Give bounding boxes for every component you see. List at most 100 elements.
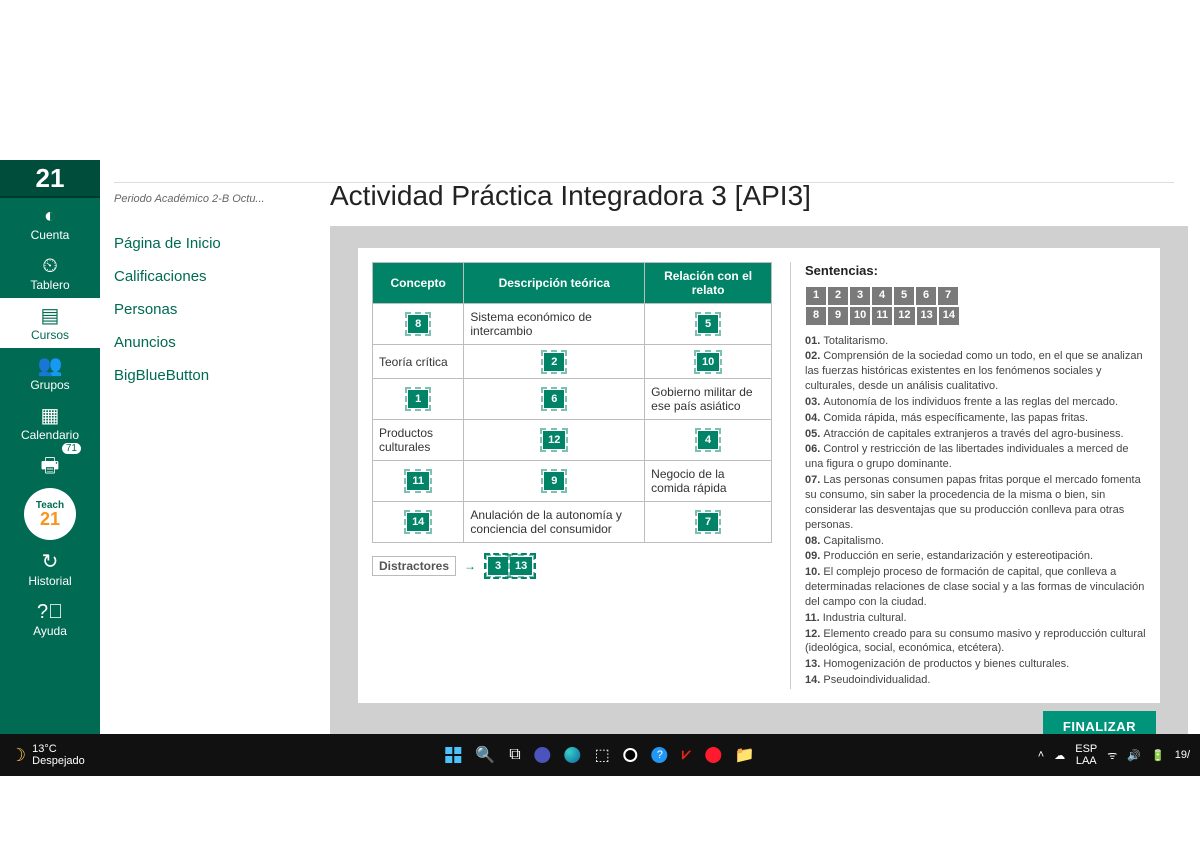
course-link-home[interactable]: Página de Inicio [114, 227, 316, 260]
opera-icon[interactable] [705, 747, 721, 763]
taskbar-weather[interactable]: ☽ 13°C Despejado [10, 743, 85, 767]
arrow-icon: → [464, 559, 476, 573]
help-app-icon[interactable]: ? [652, 747, 668, 763]
nav-courses[interactable]: ▤ Cursos [0, 298, 100, 348]
sentence-chip[interactable]: 11 [872, 307, 892, 325]
course-link-announcements[interactable]: Anuncios [114, 326, 316, 359]
explorer-icon[interactable]: 📁 [735, 745, 755, 765]
answer-chip[interactable]: 4 [698, 431, 718, 449]
wifi-icon[interactable]: ᯤ [1107, 748, 1117, 763]
teams-icon[interactable] [535, 747, 551, 763]
sentence-chip[interactable]: 6 [916, 287, 936, 305]
nav-groups[interactable]: 👥 Grupos [0, 348, 100, 398]
table-row: 1 6 Gobierno militar de ese país asiático [373, 379, 772, 420]
nav-dashboard[interactable]: ⏲ Tablero [0, 248, 100, 298]
moon-icon: ☽ [10, 745, 26, 766]
nav-courses-label: Cursos [31, 328, 69, 342]
teach21-number: 21 [40, 511, 60, 527]
windows-taskbar: ☽ 13°C Despejado 🔍 ⧉ ⬚ ? ⩗ 📁 ˄ ☁ ESP LAA [0, 734, 1200, 776]
answer-chip[interactable]: 10 [697, 353, 719, 371]
sentence-chip[interactable]: 12 [894, 307, 914, 325]
sentence-chip[interactable]: 13 [917, 307, 937, 325]
table-cell[interactable]: 1 [373, 379, 464, 420]
battery-icon[interactable]: 🔋 [1151, 749, 1165, 762]
distractor-chip[interactable]: 13 [510, 557, 532, 575]
answer-chip[interactable]: 2 [544, 353, 564, 371]
answer-chip[interactable]: 8 [408, 315, 428, 333]
start-icon[interactable] [445, 747, 461, 763]
speedometer-icon: ⏲ [42, 256, 58, 276]
table-cell[interactable]: 6 [464, 379, 645, 420]
answer-chip[interactable]: 1 [408, 390, 428, 408]
answer-chip[interactable]: 7 [698, 513, 718, 531]
course-link-grades[interactable]: Calificaciones [114, 260, 316, 293]
table-cell[interactable]: 7 [645, 502, 772, 543]
search-icon[interactable]: 🔍 [475, 745, 495, 765]
table-cell[interactable]: 5 [645, 304, 772, 345]
table-cell[interactable]: Negocio de la comida rápida [645, 461, 772, 502]
mcafee-icon[interactable]: ⩗ [682, 746, 691, 764]
distractor-drop-zone[interactable]: 3 13 [484, 553, 536, 579]
breadcrumb[interactable]: Periodo Académico 2-B Octu... [114, 193, 316, 205]
store-icon[interactable]: ⬚ [595, 745, 610, 765]
table-cell[interactable]: 4 [645, 420, 772, 461]
table-cell[interactable]: Sistema económico de intercambio [464, 304, 645, 345]
table-cell[interactable]: Anulación de la autonomía y conciencia d… [464, 502, 645, 543]
table-cell[interactable]: 2 [464, 345, 645, 379]
course-link-bbb[interactable]: BigBlueButton [114, 359, 316, 392]
answer-chip[interactable]: 11 [407, 472, 429, 490]
nav-groups-label: Grupos [30, 378, 69, 392]
concept-table: Concepto Descripción teórica Relación co… [372, 262, 772, 543]
course-link-people[interactable]: Personas [114, 293, 316, 326]
table-cell[interactable]: 10 [645, 345, 772, 379]
tray-lang1[interactable]: ESP [1075, 743, 1097, 755]
th-relacion: Relación con el relato [645, 263, 772, 304]
distractor-chip[interactable]: 3 [488, 557, 508, 575]
taskbar-center: 🔍 ⧉ ⬚ ? ⩗ 📁 [445, 745, 754, 765]
sentence-list: 01. Totalitarismo.02. Comprensión de la … [805, 334, 1146, 688]
taskbar-temp: 13°C [32, 743, 85, 755]
sentences-title: Sentencias: [805, 262, 1146, 280]
onedrive-icon[interactable]: ☁ [1054, 749, 1065, 762]
nav-inbox[interactable]: 71 🖶 [0, 448, 100, 484]
sentence-chip[interactable]: 1 [806, 287, 826, 305]
sentence-chip[interactable]: 8 [806, 307, 826, 325]
table-cell[interactable]: 14 [373, 502, 464, 543]
table-cell[interactable]: 8 [373, 304, 464, 345]
table-cell[interactable]: 9 [464, 461, 645, 502]
table-row: 14 Anulación de la autonomía y conciencia… [373, 502, 772, 543]
sentence-item: 04. Comida rápida, más específicamente, … [805, 411, 1146, 426]
sentence-chip[interactable]: 14 [939, 307, 959, 325]
volume-icon[interactable]: 🔊 [1127, 749, 1141, 762]
answer-chip[interactable]: 14 [407, 513, 429, 531]
sentence-chip[interactable]: 3 [850, 287, 870, 305]
table-cell[interactable]: 12 [464, 420, 645, 461]
table-cell[interactable]: Productos culturales [373, 420, 464, 461]
tray-date[interactable]: 19/ [1175, 749, 1190, 761]
nav-account[interactable]: ◐ Cuenta [0, 198, 100, 248]
answer-chip[interactable]: 6 [544, 390, 564, 408]
distractors-row: Distractores → 3 13 [372, 553, 772, 579]
nav-help[interactable]: ?⃝ Ayuda [0, 594, 100, 644]
sentence-item: 07. Las personas consumen papas fritas p… [805, 473, 1146, 532]
sentence-item: 08. Capitalismo. [805, 534, 1146, 549]
table-cell[interactable]: Gobierno militar de ese país asiático [645, 379, 772, 420]
table-cell[interactable]: Teoría crítica [373, 345, 464, 379]
edge-icon[interactable] [565, 747, 581, 763]
task-view-icon[interactable]: ⧉ [509, 746, 520, 764]
sentence-chip[interactable]: 2 [828, 287, 848, 305]
sentence-chip[interactable]: 5 [894, 287, 914, 305]
sentence-chip[interactable]: 9 [828, 307, 848, 325]
nav-history[interactable]: ↻ Historial [0, 544, 100, 594]
answer-chip[interactable]: 5 [698, 315, 718, 333]
tray-chevron-icon[interactable]: ˄ [1038, 749, 1044, 761]
teach21-widget[interactable]: Teach 21 [24, 488, 76, 540]
sentence-chip[interactable]: 10 [850, 307, 870, 325]
sentence-chip[interactable]: 7 [938, 287, 958, 305]
obs-icon[interactable] [624, 748, 638, 762]
answer-chip[interactable]: 12 [543, 431, 565, 449]
nav-calendar[interactable]: ▦ Calendario [0, 398, 100, 448]
table-cell[interactable]: 11 [373, 461, 464, 502]
sentence-chip[interactable]: 4 [872, 287, 892, 305]
answer-chip[interactable]: 9 [544, 472, 564, 490]
